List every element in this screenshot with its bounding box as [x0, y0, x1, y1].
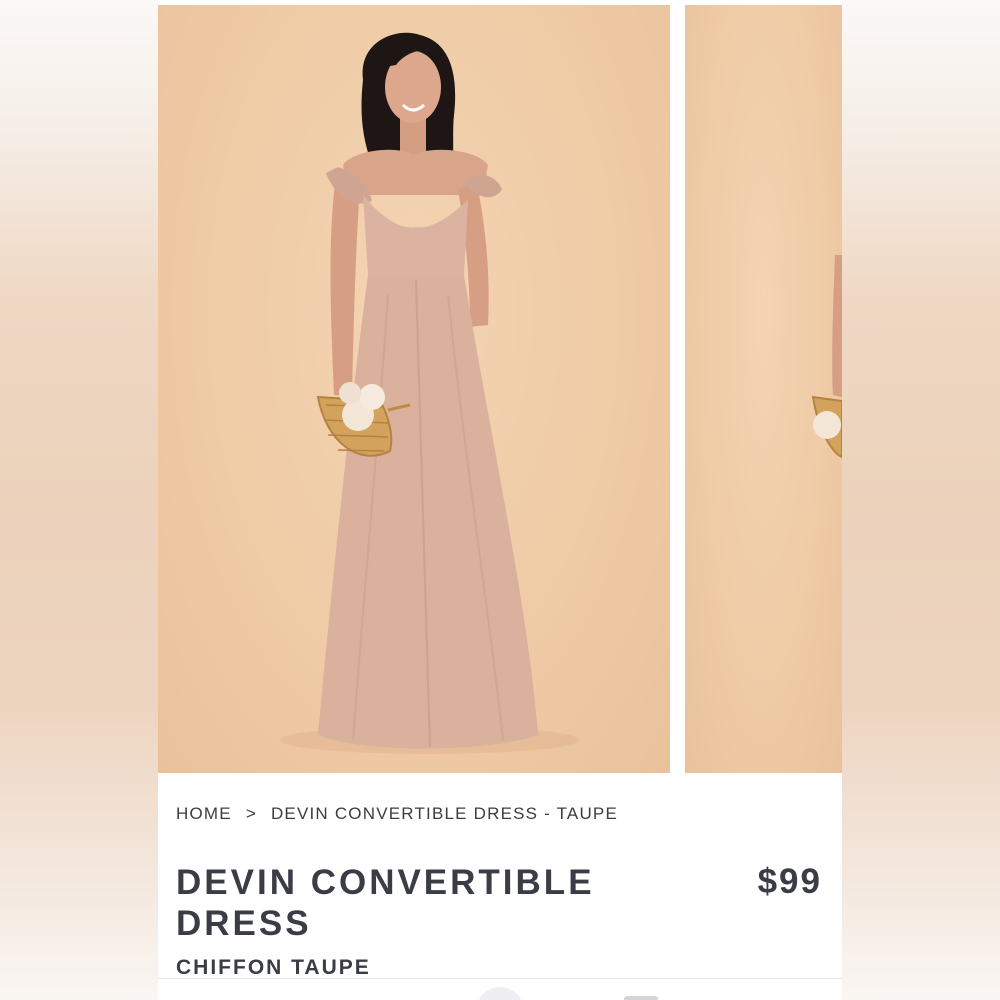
breadcrumb-current[interactable]: DEVIN CONVERTIBLE DRESS - TAUPE [271, 804, 618, 824]
product-title: DEVIN CONVERTIBLE DRESS [176, 863, 595, 943]
blurred-background-left [0, 0, 158, 1000]
model-in-dress-illustration [280, 32, 580, 754]
blurred-background-right [842, 0, 1000, 1000]
divider [158, 978, 842, 979]
bottom-control-icon[interactable] [624, 996, 658, 1000]
breadcrumb-home-link[interactable]: HOME [176, 804, 232, 824]
product-image-main[interactable] [158, 5, 670, 773]
product-price: $99 [757, 862, 822, 901]
product-page: HOME > DEVIN CONVERTIBLE DRESS - TAUPE D… [158, 0, 842, 1000]
image-carousel[interactable] [158, 5, 842, 773]
product-subtitle: CHIFFON TAUPE [176, 956, 371, 979]
breadcrumb-separator: > [245, 804, 257, 823]
breadcrumb: HOME > DEVIN CONVERTIBLE DRESS - TAUPE [176, 804, 618, 824]
product-image-next[interactable] [685, 5, 842, 773]
model-partial-illustration [811, 255, 842, 459]
bottom-control-button[interactable] [476, 987, 524, 1000]
